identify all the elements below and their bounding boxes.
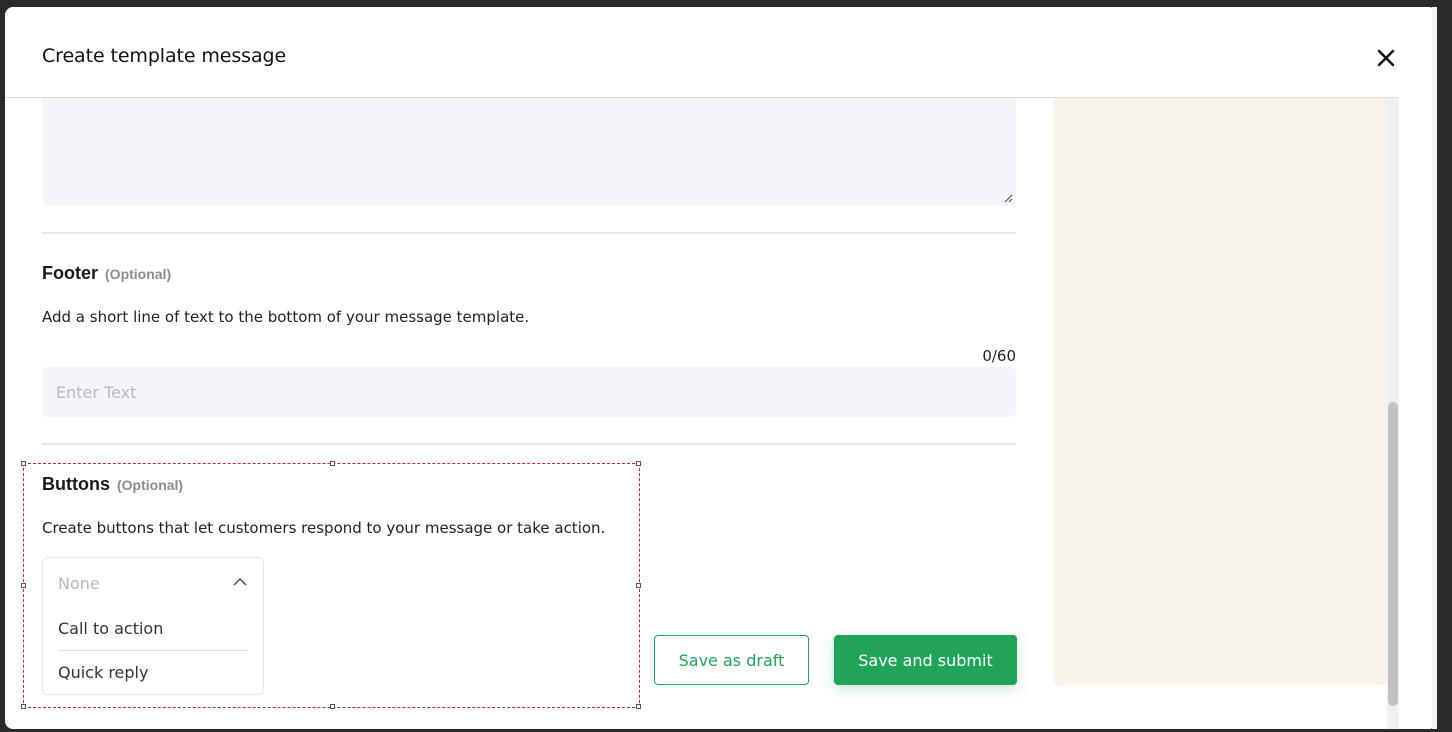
message-preview-panel [1054,98,1387,685]
save-and-submit-button[interactable]: Save and submit [834,635,1017,685]
footer-section-title: Footer (Optional) [42,263,171,284]
page-scrollbar[interactable] [1432,7,1437,729]
scrollbar-thumb[interactable] [1388,402,1398,706]
close-icon [1377,49,1395,67]
selection-handle [636,704,641,709]
footer-char-counter: 0/60 [982,347,1016,365]
footer-title-text: Footer [42,263,98,283]
section-divider [42,232,1016,234]
selection-handle [330,704,335,709]
footer-description: Add a short line of text to the bottom o… [42,308,530,326]
selection-handle [636,583,641,588]
footer-text-input[interactable] [42,367,1016,417]
modal-header: Create template message [5,7,1399,98]
section-divider [42,443,1016,445]
footer-optional-label: (Optional) [105,266,172,282]
close-button[interactable] [1375,47,1397,69]
selection-outline [21,461,641,709]
body-textarea[interactable] [42,98,1016,206]
resize-handle-icon[interactable] [1003,193,1013,203]
selection-handle [636,461,641,466]
selection-handle [330,461,335,466]
selection-handle [21,583,26,588]
selection-handle [21,704,26,709]
selection-handle [21,461,26,466]
save-as-draft-button[interactable]: Save as draft [654,635,809,685]
modal-title: Create template message [42,45,287,67]
